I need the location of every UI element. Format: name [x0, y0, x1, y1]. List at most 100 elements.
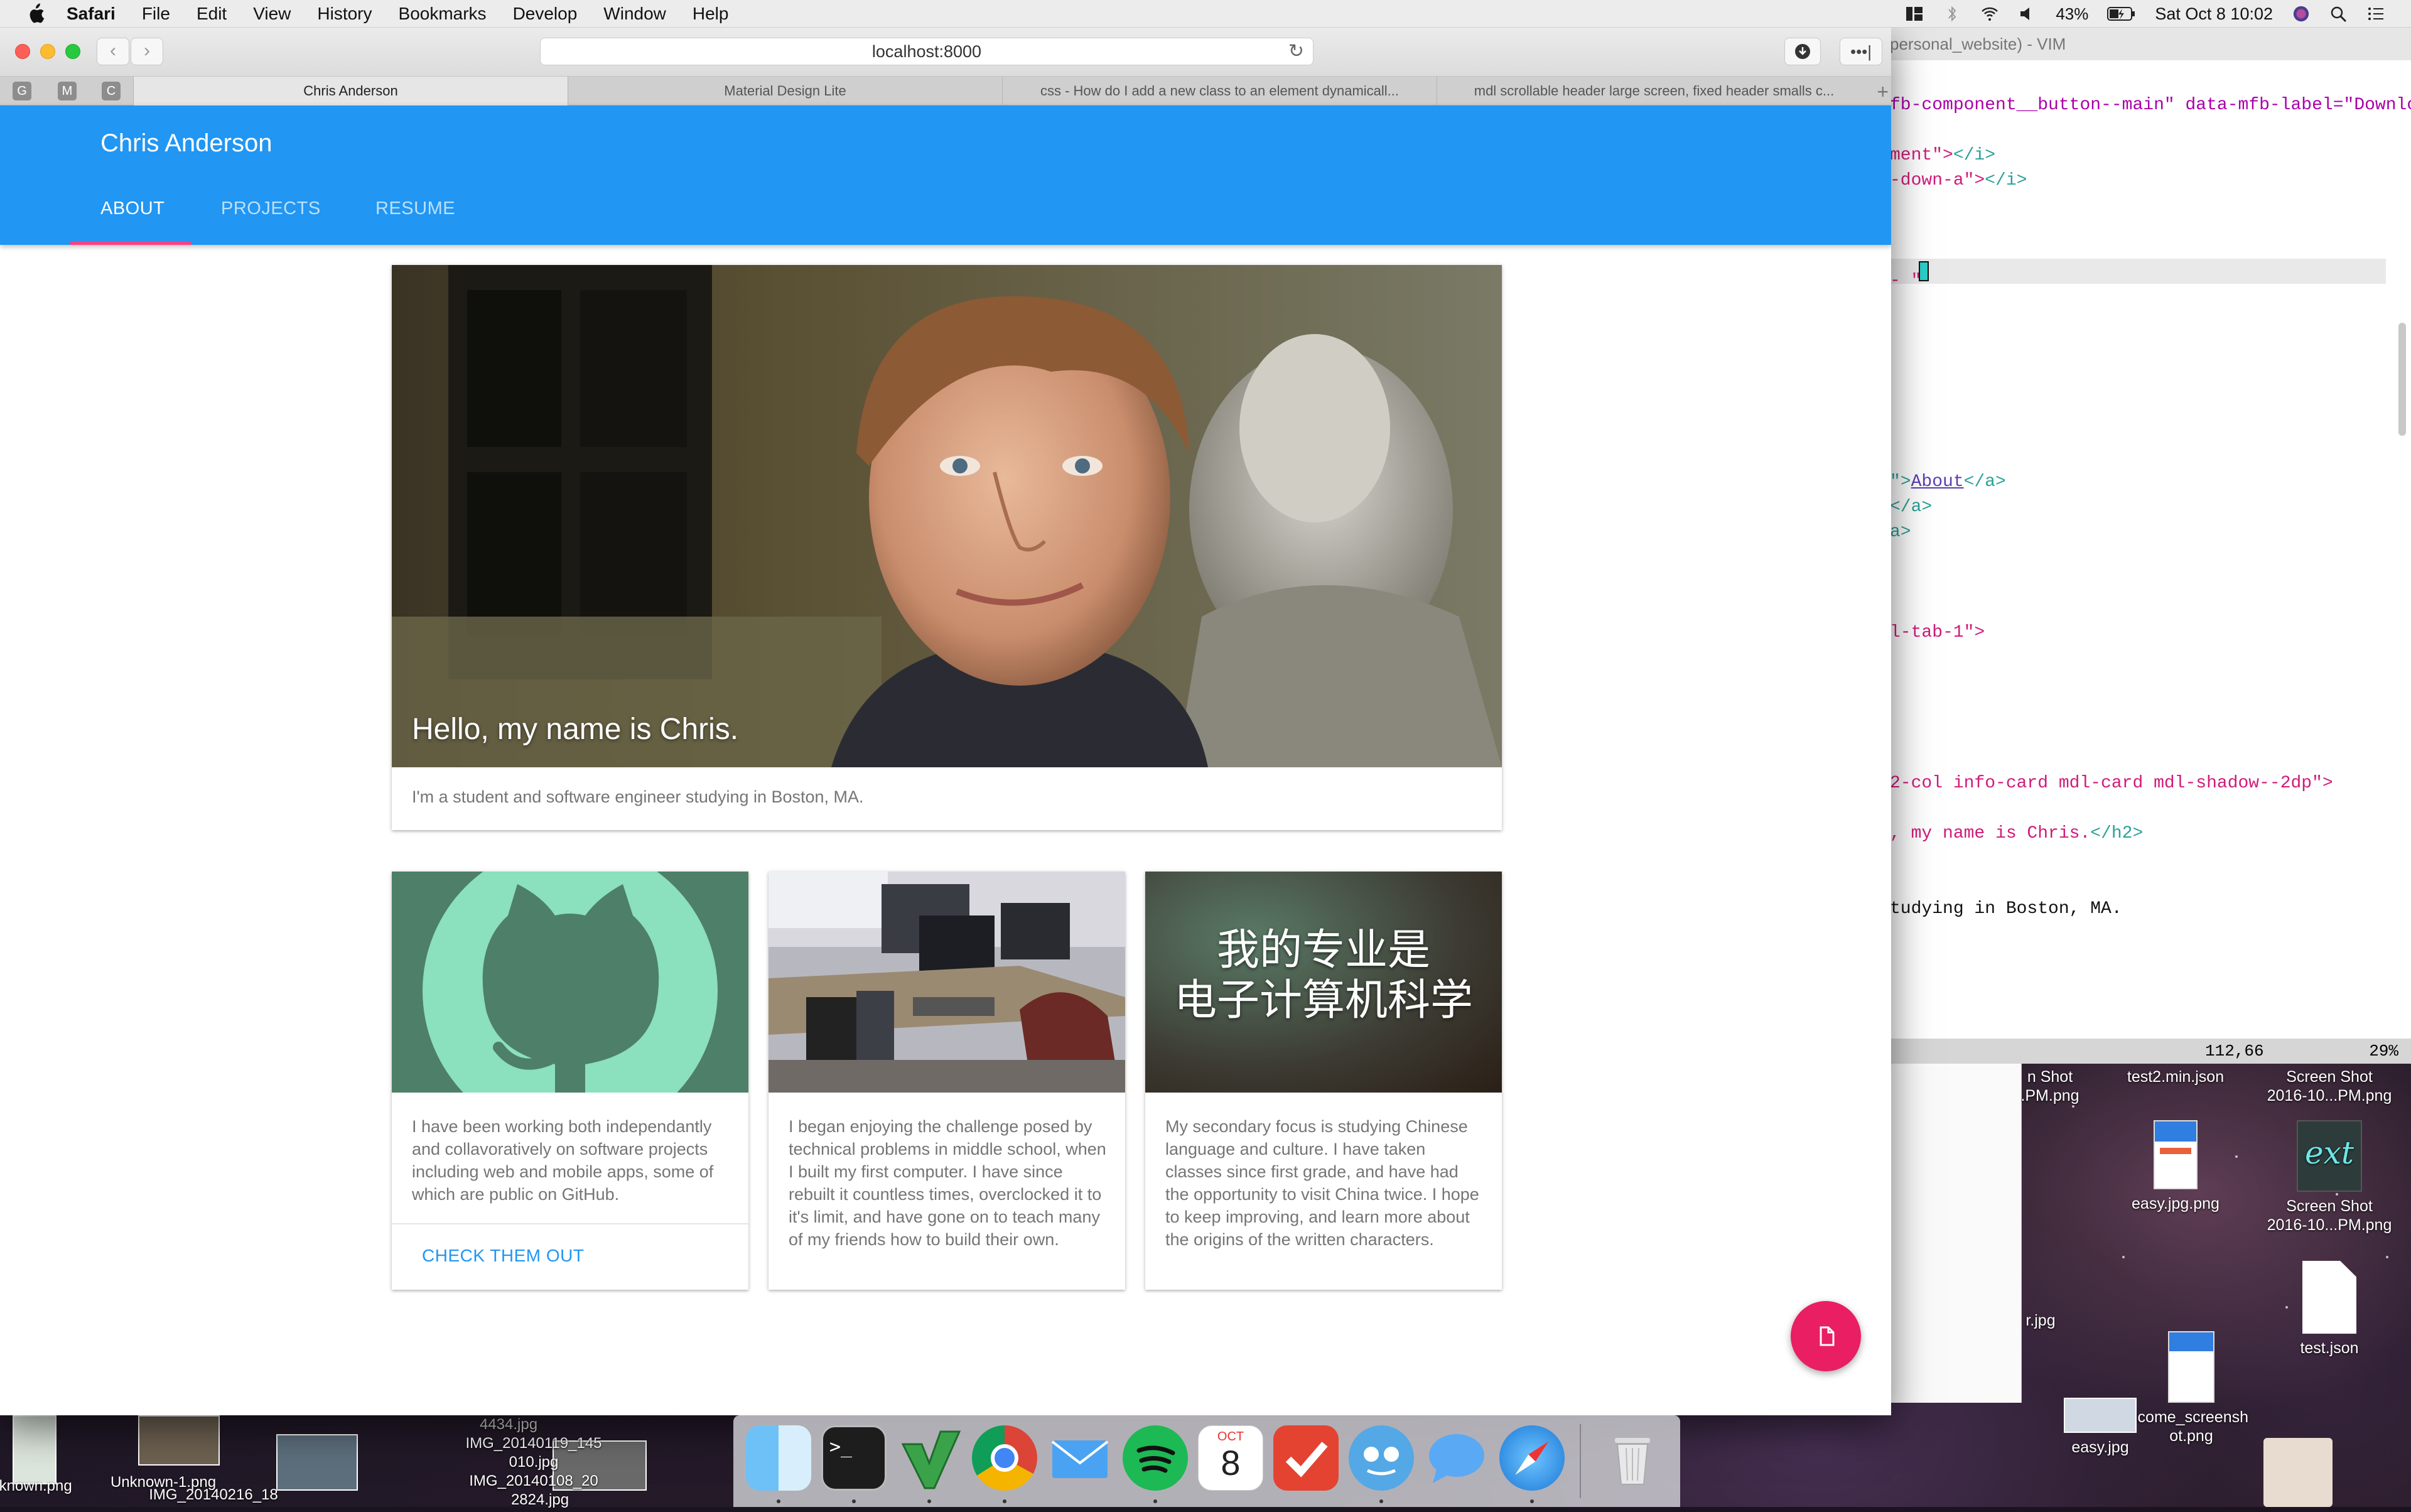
vim-status-line: 112,66 29%: [1884, 1039, 2411, 1064]
download-resume-fab[interactable]: [1791, 1301, 1861, 1371]
address-bar[interactable]: localhost:8000 ↻: [540, 38, 1313, 65]
vim-scrollbar[interactable]: [2398, 323, 2406, 436]
profile-photo-illustration: [392, 265, 1502, 767]
running-indicator: [1003, 1499, 1006, 1503]
vim-code-token: tudying in Boston, MA.: [1890, 899, 2122, 919]
ext-thumbnail-icon: ext: [2297, 1120, 2362, 1192]
document-icon: [2302, 1261, 2356, 1334]
desktop-icon-screenshot[interactable]: ext Screen Shot 2016-10...PM.png: [2254, 1120, 2405, 1234]
nav-tab-resume[interactable]: RESUME: [375, 198, 455, 219]
calendar-icon[interactable]: OCT 8: [1198, 1425, 1263, 1491]
site-header: Chris Anderson ABOUT PROJECTS RESUME: [0, 105, 1891, 245]
terminal-icon[interactable]: >_: [821, 1425, 887, 1491]
menu-develop[interactable]: Develop: [513, 4, 578, 24]
menu-history[interactable]: History: [317, 4, 372, 24]
desktop-icon-test2-json[interactable]: test2.min.json: [2100, 1067, 2251, 1086]
clock[interactable]: Sat Oct 8 10:02: [2155, 4, 2273, 24]
apple-menu-icon[interactable]: [26, 3, 45, 24]
nav-tab-about[interactable]: ABOUT: [100, 198, 165, 219]
desktop-icon-label: 4434.jpg: [479, 1416, 538, 1433]
pinned-tab-c[interactable]: C: [102, 82, 121, 100]
new-tab-plus-icon[interactable]: +: [1877, 80, 1889, 104]
tab-material-design-lite[interactable]: Material Design Lite: [568, 77, 1002, 105]
forward-button[interactable]: ›: [131, 38, 163, 65]
menu-bookmarks[interactable]: Bookmarks: [399, 4, 487, 24]
menu-edit[interactable]: Edit: [197, 4, 227, 24]
desktop-icon-label: test.json: [2300, 1339, 2359, 1357]
vim-code-line: tudying in Boston, MA.: [1890, 899, 2122, 919]
menu-view[interactable]: View: [253, 4, 291, 24]
siri-icon[interactable]: [2292, 5, 2311, 23]
desktop-icon-label: IMG_20140119_145: [465, 1435, 602, 1452]
github-card-text: I have been working both independantly a…: [412, 1117, 714, 1204]
menu-app-name[interactable]: Safari: [67, 4, 116, 24]
image-thumbnail-icon: [2064, 1398, 2137, 1433]
chevron-right-icon: ›: [144, 40, 150, 61]
vim-terminal-window[interactable]: personal_website) - VIM fb-component__bu…: [1884, 28, 2411, 1064]
tab-mdl-scrollable-header[interactable]: mdl scrollable header large screen, fixe…: [1437, 77, 1871, 105]
extensions-button[interactable]: •••|: [1840, 38, 1882, 65]
finder-icon[interactable]: [746, 1425, 811, 1491]
desktop-icon-easy-jpg-png[interactable]: easy.jpg.png: [2100, 1120, 2251, 1213]
nav-tab-projects[interactable]: PROJECTS: [221, 198, 321, 219]
trash-icon[interactable]: [1600, 1425, 1665, 1491]
desktop-icon-label: Screen Shot 2016-10...PM.png: [2267, 1197, 2392, 1234]
tab-chris-anderson[interactable]: Chris Anderson: [133, 77, 568, 105]
desktop-icon-cluster[interactable]: nknown.png Unknown-1.png IMG_20140216_18…: [0, 1415, 735, 1508]
desktop-icon-label: Screen Shot 2016-10...PM.png: [2267, 1068, 2392, 1104]
battery-icon[interactable]: [2107, 6, 2136, 21]
desktop-icon-label: easy.jpg: [2071, 1439, 2129, 1456]
check-them-out-button[interactable]: CHECK THEM OUT: [422, 1246, 585, 1266]
desktop-icon-easy-jpg[interactable]: easy.jpg: [2025, 1398, 2176, 1457]
running-indicator: [927, 1499, 931, 1503]
vim-code-token: 2-col info-card mdl-card mdl-shadow--2dp…: [1890, 774, 2333, 793]
wifi-icon[interactable]: [1980, 5, 1999, 23]
spotlight-search-icon[interactable]: [2329, 5, 2348, 23]
reload-icon[interactable]: ↻: [1288, 38, 1304, 65]
hero-caption: Hello, my name is Chris.: [412, 713, 739, 746]
messages-icon[interactable]: [1424, 1425, 1489, 1491]
vim-code-token: a>: [1890, 522, 1911, 542]
volume-icon[interactable]: [2018, 5, 2037, 23]
mail-icon[interactable]: [1047, 1425, 1113, 1491]
tweetbot-icon[interactable]: [1349, 1425, 1414, 1491]
battery-percent: 43%: [2056, 4, 2089, 23]
pinned-tab-g[interactable]: G: [13, 82, 31, 100]
pinned-tab-m[interactable]: M: [58, 82, 77, 100]
safari-icon[interactable]: [1499, 1425, 1565, 1491]
chrome-icon[interactable]: [972, 1425, 1037, 1491]
chevron-left-icon: ‹: [110, 40, 116, 61]
minimize-window-button[interactable]: [40, 44, 55, 59]
menu-help[interactable]: Help: [693, 4, 729, 24]
hero-card: Hello, my name is Chris. I'm a student a…: [392, 265, 1502, 830]
vim-icon[interactable]: [897, 1425, 962, 1491]
downloads-button[interactable]: [1784, 38, 1821, 65]
menu-file[interactable]: File: [142, 4, 170, 24]
desktop-icon-jpg[interactable]: r.jpg: [1965, 1311, 2116, 1330]
desktop-icon-avatar[interactable]: [2260, 1438, 2336, 1512]
hero-description: I'm a student and software engineer stud…: [412, 787, 864, 806]
vim-code-token: -down-a">: [1890, 171, 1985, 190]
file-thumbnail-icon: [2154, 1120, 2198, 1189]
spotify-icon[interactable]: [1123, 1425, 1188, 1491]
desktop-icon-screenshot[interactable]: Screen Shot 2016-10...PM.png: [2254, 1067, 2405, 1105]
finder-window[interactable]: [1884, 1064, 2022, 1403]
window-manager-icon[interactable]: [1905, 5, 1924, 23]
computer-card: I began enjoying the challenge posed by …: [769, 872, 1125, 1290]
tab-css-question[interactable]: css - How do I add a new class to an ele…: [1002, 77, 1437, 105]
zoom-window-button[interactable]: [65, 44, 80, 59]
desk-computer-illustration: [769, 872, 1125, 1093]
more-icon: •••|: [1850, 42, 1872, 61]
chinese-text-image: 我的专业是 电子计算机科学: [1145, 872, 1502, 1093]
todoist-icon[interactable]: [1273, 1425, 1339, 1491]
desktop-icon-test-json[interactable]: test.json: [2254, 1261, 2405, 1358]
back-button[interactable]: ‹: [97, 38, 129, 65]
running-indicator: [777, 1499, 780, 1503]
image-thumbnail-icon: [138, 1415, 220, 1466]
running-indicator: [852, 1499, 856, 1503]
notification-center-icon[interactable]: [2367, 5, 2386, 23]
bluetooth-icon[interactable]: [1943, 5, 1961, 23]
close-window-button[interactable]: [15, 44, 30, 59]
menu-window[interactable]: Window: [603, 4, 666, 24]
card-divider: [392, 1223, 748, 1224]
